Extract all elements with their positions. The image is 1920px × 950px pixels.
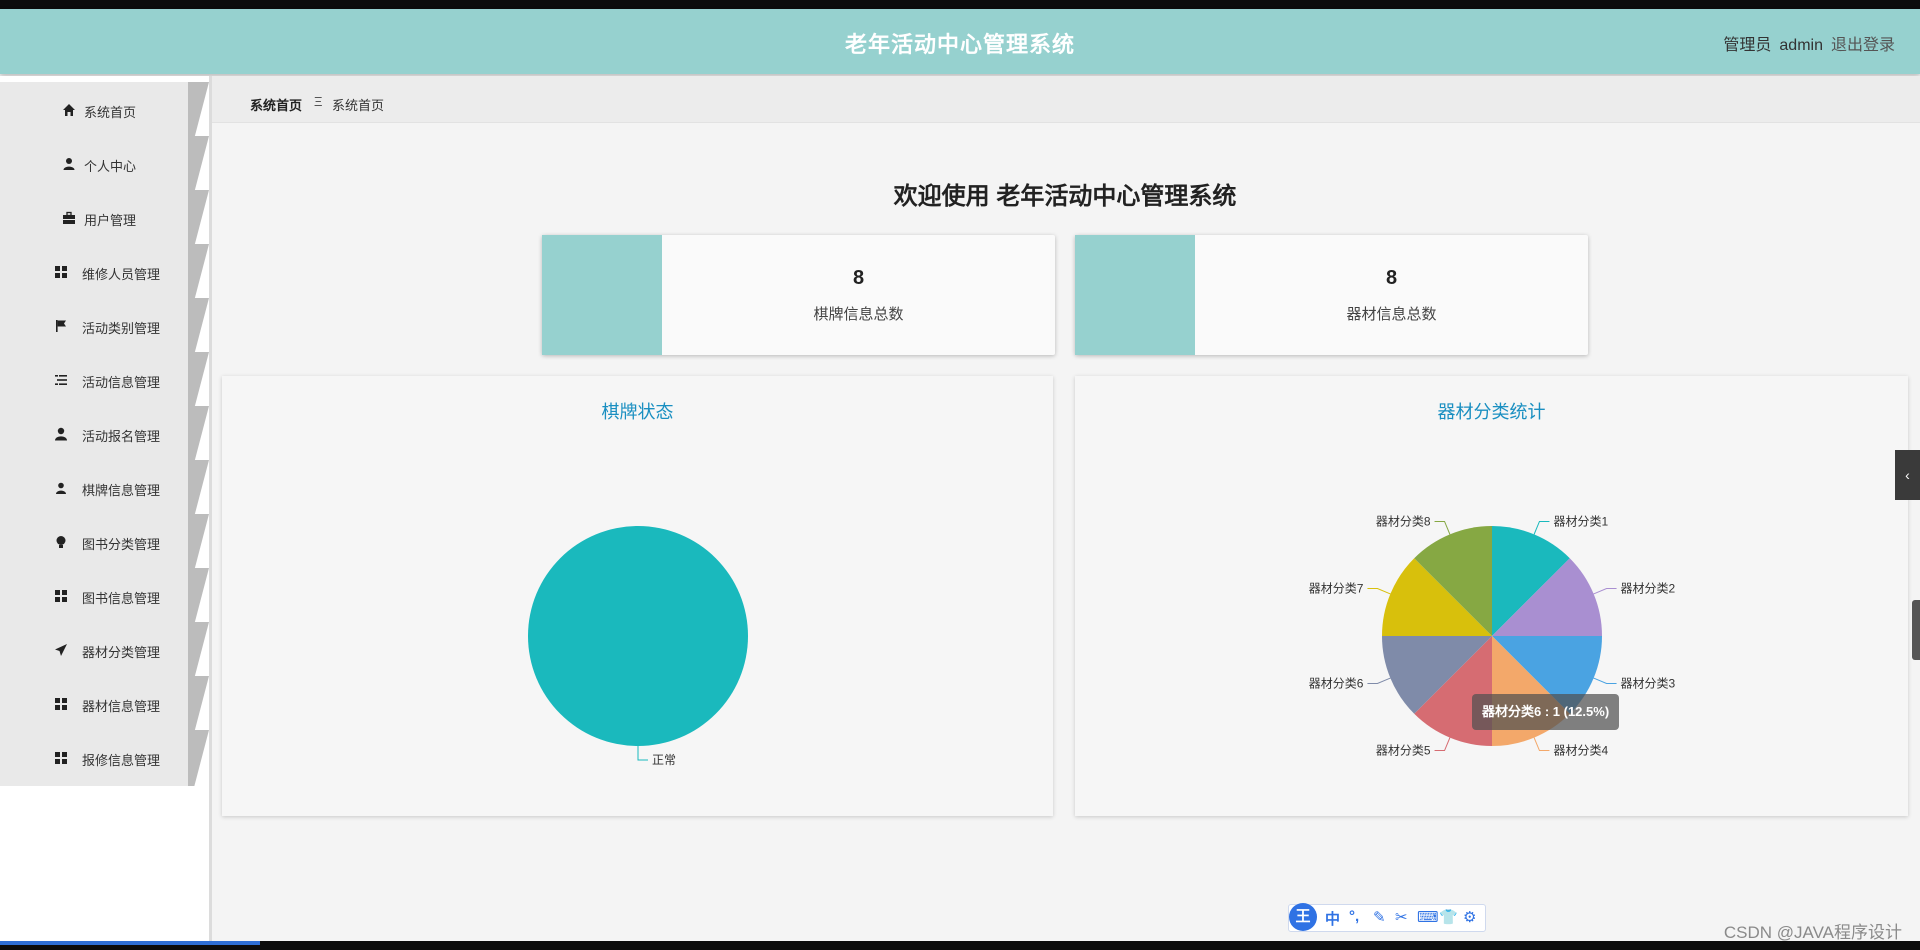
pie-slice[interactable] <box>528 526 748 746</box>
pie-label: 器材分类8 <box>1376 514 1431 528</box>
briefcase-icon <box>63 211 75 224</box>
app-title: 老年活动中心管理系统 <box>844 32 1075 57</box>
sidebar-item-equipment-info[interactable]: 器材信息管理 <box>0 676 209 732</box>
sidebar-item-label: 用户管理 <box>84 213 137 228</box>
side-grip-handle[interactable] <box>1912 600 1920 660</box>
sidebar-item-chess-info[interactable]: 棋牌信息管理 <box>0 460 209 516</box>
user-area: 管理员 admin 退出登录 <box>1715 31 1895 55</box>
sidebar-item-label: 器材信息管理 <box>82 699 161 714</box>
sidebar-item-label: 系统首页 <box>84 105 137 120</box>
sidebar-item-book-category[interactable]: 图书分类管理 <box>0 514 209 570</box>
app-header: 老年活动中心管理系统 管理员 admin 退出登录 <box>0 9 1920 74</box>
welcome-title: 欢迎使用 老年活动中心管理系统 <box>893 183 1237 210</box>
ime-toolbar: 王 中 °, ✎ ✂ ⌨ 👕 ⚙ <box>1288 903 1486 932</box>
stat-value: 8 <box>1385 267 1398 289</box>
list-icon <box>55 375 67 385</box>
grid-icon <box>55 698 67 710</box>
sidebar-item-equipment-category[interactable]: 器材分类管理 <box>0 622 209 678</box>
collapse-panel-button[interactable]: ‹ <box>1895 450 1920 500</box>
ime-screenshot-button[interactable]: ✂ <box>1395 908 1408 926</box>
window-bottom-edge <box>0 941 1920 950</box>
window-top-edge <box>0 0 1920 9</box>
stat-card-chess: 8 棋牌信息总数 <box>542 235 1055 355</box>
breadcrumb-home[interactable]: 系统首页 <box>250 95 302 114</box>
home-icon <box>63 104 75 116</box>
pie-label: 器材分类5 <box>1376 744 1431 758</box>
stat-label: 棋牌信息总数 <box>813 306 904 323</box>
pie-label: 器材分类6 <box>1309 676 1364 690</box>
pie-label: 器材分类3 <box>1621 676 1676 690</box>
pie-label: 器材分类1 <box>1553 514 1608 528</box>
sidebar-item-label: 报修信息管理 <box>82 753 161 768</box>
ime-skin-button[interactable]: 👕 <box>1439 908 1458 926</box>
sidebar-item-home[interactable]: 系统首页 <box>0 82 209 138</box>
sidebar-item-label: 维修人员管理 <box>82 267 161 282</box>
equipment-category-pie-chart: 器材分类1 器材分类2 器材分类3 器材分类4 器材分类5 器材分类6 器材分类7 器材分类8 <box>1309 514 1676 758</box>
pie-label-line <box>1434 737 1451 752</box>
chart-panel-equipment-category: 器材分类统计 器材分类1 器材分类2 器材分类3 器材分类4 器材分类5 器材分类6 器材分… <box>1075 376 1908 816</box>
sidebar-item-label: 器材分类管理 <box>82 645 161 660</box>
stat-label: 器材信息总数 <box>1346 306 1437 323</box>
grid-icon <box>55 590 67 602</box>
stat-value: 8 <box>852 267 865 289</box>
stat-card-swatch <box>542 235 662 355</box>
chess-status-pie-chart: 正常 <box>528 526 748 767</box>
sidebar-item-label: 个人中心 <box>84 159 137 174</box>
pie-label: 器材分类4 <box>1553 744 1608 758</box>
pie-label-line <box>1367 588 1391 595</box>
pie-label-line <box>637 746 648 761</box>
ime-settings-button[interactable]: ⚙ <box>1463 908 1476 926</box>
chart-panel-chess-status: 棋牌状态 正常 <box>222 376 1053 816</box>
username: admin <box>1779 37 1823 54</box>
bulb-icon <box>56 536 66 548</box>
ime-punctuation-button[interactable]: °, <box>1349 908 1359 925</box>
chart-tooltip: 器材分类6 : 1 (12.5%) <box>1472 694 1620 730</box>
user-icon <box>55 427 67 441</box>
watermark: CSDN @JAVA程序设计 <box>1723 923 1902 942</box>
ime-logo-icon[interactable]: 王 <box>1289 903 1317 931</box>
sidebar-item-label: 活动报名管理 <box>82 429 161 444</box>
breadcrumb-current: 系统首页 <box>332 98 385 113</box>
role-label: 管理员 <box>1723 37 1772 54</box>
grid-icon <box>55 266 67 278</box>
user-small-icon <box>56 482 66 494</box>
stat-card-equipment: 8 器材信息总数 <box>1075 235 1588 355</box>
send-icon <box>55 644 67 656</box>
sidebar-item-activity-category[interactable]: 活动类别管理 <box>0 298 209 354</box>
logout-link[interactable]: 退出登录 <box>1831 37 1895 54</box>
sidebar-item-activity-info[interactable]: 活动信息管理 <box>0 352 209 408</box>
stat-card-swatch <box>1075 235 1195 355</box>
sidebar-item-book-info[interactable]: 图书信息管理 <box>0 568 209 624</box>
sidebar-item-label: 活动信息管理 <box>82 375 161 390</box>
grid-icon <box>55 752 67 764</box>
pie-label-line <box>1533 520 1550 535</box>
ime-chinese-mode-button[interactable]: 中 <box>1325 908 1340 929</box>
pie-label: 器材分类2 <box>1621 582 1676 596</box>
pie-label: 正常 <box>652 753 676 767</box>
pie-label-line <box>1533 737 1550 752</box>
ime-handwrite-button[interactable]: ✎ <box>1373 908 1386 926</box>
sidebar-item-repair-staff[interactable]: 维修人员管理 <box>0 244 209 300</box>
pie-label-line <box>1593 588 1617 595</box>
ime-keyboard-button[interactable]: ⌨ <box>1417 908 1439 926</box>
pie-label-line <box>1434 520 1451 535</box>
person-icon <box>63 158 75 170</box>
pie-label-line <box>1367 677 1391 684</box>
sidebar-item-label: 图书分类管理 <box>82 537 161 552</box>
sidebar-item-activity-signup[interactable]: 活动报名管理 <box>0 406 209 462</box>
sidebar-item-repair-info[interactable]: 报修信息管理 <box>0 730 209 786</box>
sidebar-item-label: 活动类别管理 <box>82 321 161 336</box>
sidebar-item-label: 图书信息管理 <box>82 591 161 606</box>
progress-accent <box>0 941 260 945</box>
pie-label: 器材分类7 <box>1309 582 1364 596</box>
sidebar-item-label: 棋牌信息管理 <box>82 483 161 498</box>
breadcrumb-separator: Ξ <box>314 94 323 109</box>
breadcrumb: 系统首页 Ξ 系统首页 <box>212 76 1920 123</box>
pie-label-line <box>1593 677 1617 684</box>
flag-icon <box>56 320 66 332</box>
